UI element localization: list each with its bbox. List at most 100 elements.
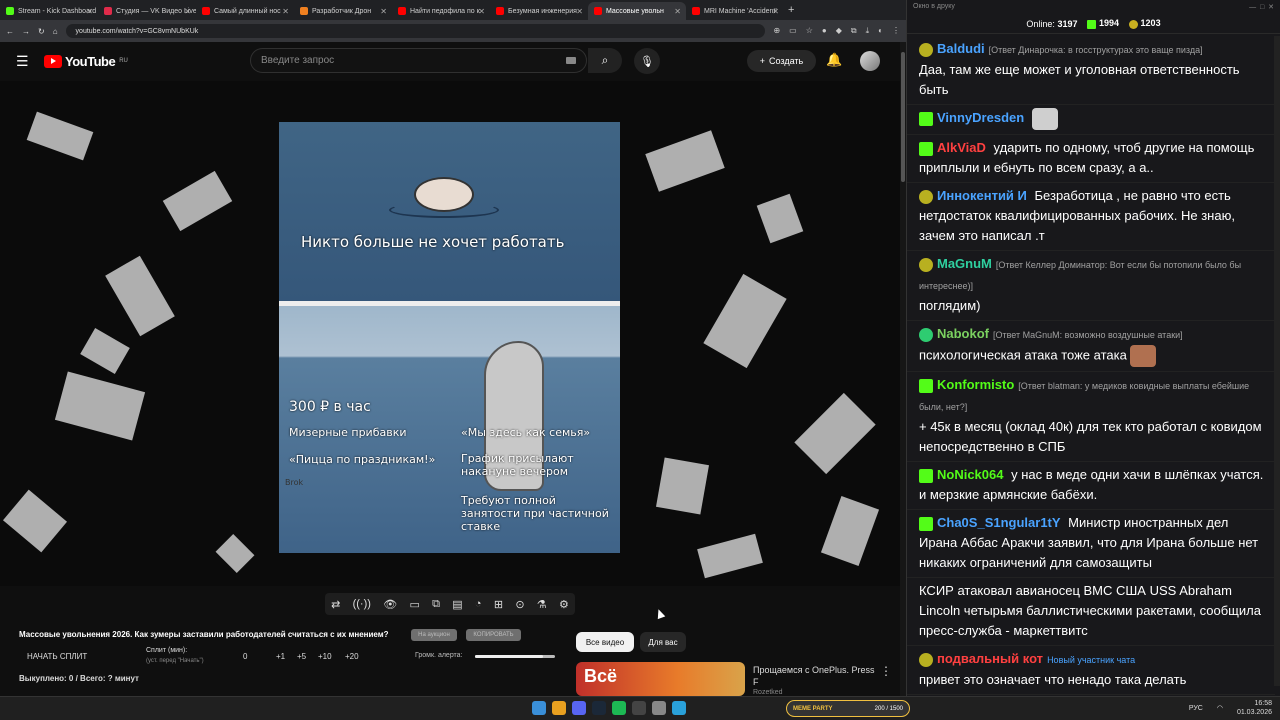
player-tool-icon[interactable]: 👁 [383,598,397,611]
increment-button[interactable]: +20 [345,652,359,661]
bookmark-star-icon[interactable]: ☆ [806,26,813,36]
chat-username[interactable]: подвальный кот [937,651,1043,666]
player-tool-icon[interactable]: ⊙ [515,598,524,611]
browser-tab[interactable]: Массовые увольн ✕ [588,2,686,20]
tab-favicon-icon [398,7,406,15]
app-icon[interactable] [632,701,646,715]
reload-icon[interactable]: ↻ [38,27,45,36]
forward-icon[interactable]: → [22,27,30,36]
extension-icon[interactable]: ◆ [836,26,842,36]
avatar[interactable] [860,51,880,71]
video-player[interactable]: Никто больше не хочет работать 300 ₽ в ч… [0,81,900,586]
create-button[interactable]: + Создать [747,50,816,72]
keyboard-icon[interactable] [566,57,576,64]
hamburger-menu-icon[interactable]: ☰ [16,53,30,70]
puzzle-icon[interactable]: ⧉ [851,26,857,36]
tab-close-icon[interactable]: ✕ [478,7,485,16]
browser-tab[interactable]: Безумная инженерия ✕ [490,2,588,20]
spotify-icon[interactable] [612,701,626,715]
search-button[interactable]: ⌕ [588,48,622,73]
zoom-icon[interactable]: ⊕ [773,26,780,36]
chat-username[interactable]: Baldudi [937,41,985,56]
browser-tab[interactable]: MRI Machine 'Accident' ✕ [686,2,784,20]
browser-tab[interactable]: Студия — VK Видео Live ✕ [98,2,196,20]
window-controls[interactable]: — □ ✕ [1249,3,1274,11]
alert-volume-fill [475,655,543,658]
chat-username[interactable]: Cha0S_S1ngular1tY [937,515,1061,530]
recommendation-title[interactable]: Прощаемся с OnePlus. Press F [753,664,878,688]
address-bar[interactable]: youtube.com/watch?v=GC8vmNUbKUk [65,24,766,38]
browser-tab[interactable]: Разработчик Дрон ✕ [294,2,392,20]
tab-close-icon[interactable]: ✕ [772,7,779,16]
player-tool-icon[interactable]: ⧉ [432,598,440,611]
chat-username[interactable]: MaGnuM [937,256,992,271]
tab-close-icon[interactable]: ✕ [674,7,681,16]
cast-icon[interactable]: ▭ [789,26,797,36]
background-fragment [656,457,709,515]
chat-username[interactable]: AlkViaD [937,140,986,155]
tab-close-icon[interactable]: ✕ [282,7,289,16]
player-tool-icon[interactable]: ⇄ [331,598,340,611]
emote-icon [1031,108,1058,130]
chrome-icon[interactable] [552,701,566,715]
tab-label: Разработчик Дрон [312,7,372,15]
alert-volume-slider[interactable] [475,655,555,658]
increment-button[interactable]: +5 [297,652,306,661]
start-split-button[interactable]: НАЧАТЬ СПЛИТ [27,652,87,661]
tab-close-icon[interactable]: ✕ [380,7,387,16]
back-icon[interactable]: ← [6,27,14,36]
player-tool-icon[interactable]: ⚙ [559,598,569,611]
extension-icon[interactable]: ● [822,26,827,36]
meme-party-widget[interactable]: MEME PARTY 200 / 1500 [786,700,910,717]
recommendation-channel[interactable]: Rozetked [753,689,783,696]
voice-search-button[interactable]: 🎙 [634,48,660,74]
player-tool-icon[interactable]: ▭ [409,598,419,611]
tab-close-icon[interactable]: ✕ [184,7,191,16]
player-tool-icon[interactable]: ▤ [452,598,462,611]
increment-button[interactable]: +1 [276,652,285,661]
browser-tab[interactable]: Самый длинный нос ✕ [196,2,294,20]
recommendation-thumbnail[interactable]: Всё [576,662,745,696]
player-tool-icon[interactable]: ◔ [475,598,482,610]
chat-window-title: Окно в друку [913,3,955,10]
profile-icon[interactable]: ◐ [878,26,883,36]
language-indicator[interactable]: РУС [1189,705,1203,712]
auction-chip[interactable]: На аукцион [411,629,457,641]
home-icon[interactable]: ⌂ [53,27,58,36]
background-fragment [697,533,763,579]
tab-close-icon[interactable]: ✕ [576,7,583,16]
browser-tab[interactable]: Найти педофила по к ✕ [392,2,490,20]
tab-close-icon[interactable]: ✕ [86,7,93,16]
bell-icon[interactable]: 🔔 [826,52,842,68]
copy-chip[interactable]: КОПИРОВАТЬ [466,629,521,641]
start-icon[interactable] [532,701,546,715]
filter-for-you[interactable]: Для вас [640,632,686,652]
download-icon[interactable]: ⤓ [866,26,870,36]
youtube-logo[interactable]: YouTube RU [44,54,128,69]
player-tool-icon[interactable]: ⚗ [537,598,547,611]
wifi-icon[interactable]: ◠ [1217,704,1223,712]
search-input[interactable]: Введите запрос [250,48,587,73]
emote-icon [1130,345,1157,367]
more-options-icon[interactable]: ⋮ [880,664,892,678]
background-fragment [756,193,804,244]
player-tool-icon[interactable]: ((·)) [353,598,371,610]
chat-scrollbar[interactable] [1274,36,1280,686]
chat-username[interactable]: Nabokof [937,326,989,341]
player-extension-toolbar: ⇄ ((·)) 👁 ▭ ⧉ ▤ ◔ ⊞ ⊙ ⚗ ⚙ [325,593,575,615]
app-icon[interactable] [652,701,666,715]
chat-username[interactable]: NoNick064 [937,467,1003,482]
discord-icon[interactable] [572,701,586,715]
telegram-icon[interactable] [672,701,686,715]
player-tool-icon[interactable]: ⊞ [494,598,503,611]
increment-button[interactable]: +10 [318,652,332,661]
chat-username[interactable]: Иннокентий И [937,188,1027,203]
new-tab-button[interactable]: + [788,4,794,16]
steam-icon[interactable] [592,701,606,715]
chat-username[interactable]: Konformisto [937,377,1014,392]
menu-dots-icon[interactable]: ⋮ [892,26,900,36]
chat-username[interactable]: VinnyDresden [937,110,1024,125]
browser-tab[interactable]: Stream - Kick Dashboard ✕ [0,2,98,20]
clock[interactable]: 16:58 01.03.2026 [1237,699,1272,717]
filter-all-videos[interactable]: Все видео [576,632,634,652]
